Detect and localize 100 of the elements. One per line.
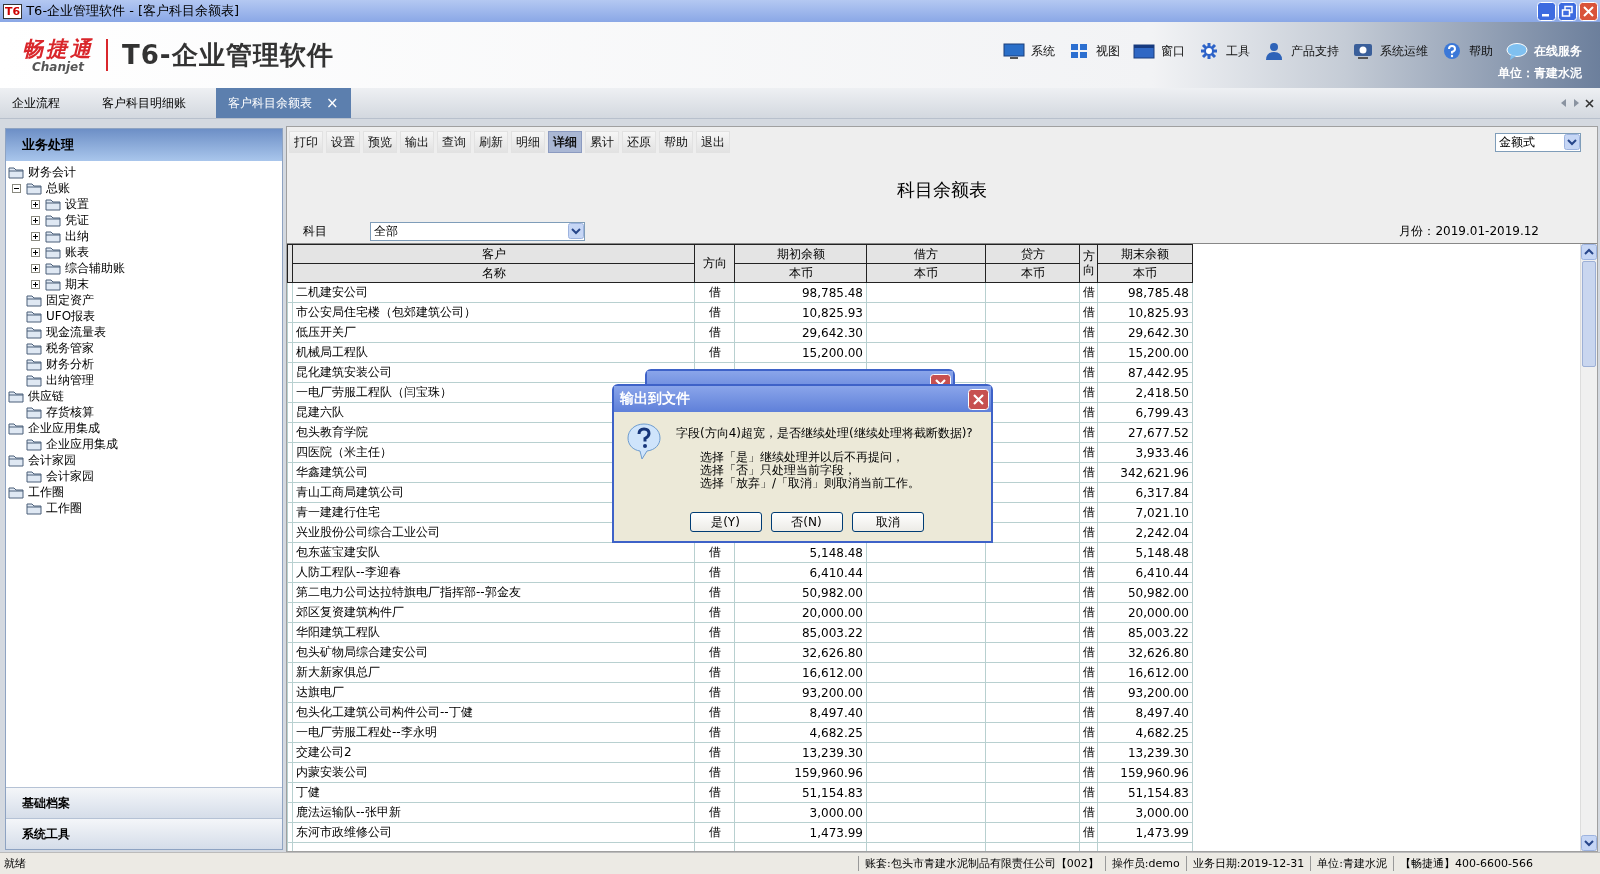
restore-icon[interactable] bbox=[1558, 1, 1577, 21]
dialog-button[interactable]: 取消 bbox=[851, 512, 924, 532]
table-cell: 借 bbox=[694, 762, 735, 783]
tree-item[interactable]: 固定资产 bbox=[6, 292, 282, 308]
expand-icon[interactable] bbox=[31, 247, 40, 257]
table-cell: 4,682.25 bbox=[1097, 722, 1193, 743]
expand-icon[interactable] bbox=[31, 279, 40, 289]
table-cell: 20,000.00 bbox=[1097, 602, 1193, 623]
table-cell: 借 bbox=[1079, 302, 1098, 323]
close-button[interactable]: × bbox=[326, 94, 339, 112]
toolbar-button[interactable]: 退出 bbox=[696, 131, 730, 153]
tree-item[interactable]: 账表 bbox=[6, 244, 282, 260]
tab[interactable]: 客户科目余额表 × bbox=[216, 88, 351, 118]
table-cell: 5,148.48 bbox=[1097, 542, 1193, 563]
table-cell: 借 bbox=[1079, 522, 1098, 543]
tree-item[interactable]: 设置 bbox=[6, 196, 282, 212]
table-cell: 7,021.10 bbox=[1097, 502, 1193, 523]
dropdown[interactable]: 金额式 bbox=[1495, 132, 1581, 152]
table-cell: 50,982.00 bbox=[734, 582, 867, 603]
tree-item[interactable]: 供应链 bbox=[6, 388, 282, 404]
table-cell: 人防工程队--李迎春 bbox=[292, 562, 695, 583]
tree-item[interactable]: 出纳管理 bbox=[6, 372, 282, 388]
tree-item[interactable]: 出纳 bbox=[6, 228, 282, 244]
table-cell: 郊区复资建筑构件厂 bbox=[292, 602, 695, 623]
table-cell: 借 bbox=[694, 622, 735, 643]
table-cell: 借 bbox=[694, 782, 735, 803]
menu-item[interactable]: 产品支持 bbox=[1263, 42, 1339, 61]
toolbar-button[interactable]: 还原 bbox=[622, 131, 656, 153]
table-cell: 29,642.30 bbox=[1097, 322, 1193, 343]
menu-item[interactable]: 视图 bbox=[1068, 42, 1120, 61]
scrollbar[interactable] bbox=[1580, 244, 1597, 851]
table-cell: 借 bbox=[1079, 362, 1098, 383]
table-cell: 93,200.00 bbox=[1097, 682, 1193, 703]
tree-item[interactable]: 工作圈 bbox=[6, 484, 282, 500]
menu-item[interactable]: 窗口 bbox=[1133, 42, 1185, 61]
tree-item[interactable]: 财务分析 bbox=[6, 356, 282, 372]
close-icon[interactable] bbox=[1585, 98, 1594, 108]
table-cell: 借 bbox=[1079, 742, 1098, 763]
table-cell: 1,473.99 bbox=[1097, 822, 1193, 843]
table-cell: 87,442.95 bbox=[1097, 362, 1193, 383]
table-cell: 一电厂劳服工程处--李永明 bbox=[292, 722, 695, 743]
toolbar-button[interactable]: 输出 bbox=[400, 131, 434, 153]
tree-item[interactable]: 财务会计 bbox=[6, 164, 282, 180]
tree-item[interactable]: 凭证 bbox=[6, 212, 282, 228]
tree-item[interactable]: 现金流量表 bbox=[6, 324, 282, 340]
toolbar-button[interactable]: 打印 bbox=[289, 131, 323, 153]
table-cell: 342,621.96 bbox=[1097, 462, 1193, 483]
expand-icon[interactable] bbox=[31, 199, 40, 209]
toolbar-button[interactable]: 预览 bbox=[363, 131, 397, 153]
menu-item[interactable]: 在线服务 bbox=[1506, 42, 1582, 61]
sidebar-section[interactable]: 系统工具 bbox=[6, 818, 282, 849]
tree-item[interactable]: 综合辅助账 bbox=[6, 260, 282, 276]
dropdown[interactable]: 全部 bbox=[370, 221, 585, 241]
scroll-down-icon[interactable] bbox=[1581, 835, 1597, 851]
dialog-button[interactable]: 否(N) bbox=[770, 512, 843, 532]
tree-item[interactable]: 总账 bbox=[6, 180, 282, 196]
sidebar-section[interactable]: 基础档案 bbox=[6, 787, 282, 818]
table-cell: 借 bbox=[1079, 702, 1098, 723]
tree-item[interactable]: UFO报表 bbox=[6, 308, 282, 324]
collapse-icon[interactable] bbox=[12, 183, 21, 193]
dialog-button[interactable]: 是(Y) bbox=[689, 512, 762, 532]
period-label: 月份：2019.01-2019.12 bbox=[1399, 222, 1539, 240]
scroll-up-icon[interactable] bbox=[1581, 244, 1597, 260]
tree-item[interactable]: 税务管家 bbox=[6, 340, 282, 356]
toolbar-button[interactable]: 刷新 bbox=[474, 131, 508, 153]
table-cell: 新大新家俱总厂 bbox=[292, 662, 695, 683]
tab[interactable]: 客户科目明细账 bbox=[90, 88, 198, 118]
tree-item[interactable]: 会计家园 bbox=[6, 452, 282, 468]
table-cell: 6,317.84 bbox=[1097, 482, 1193, 503]
tree-item[interactable]: 期末 bbox=[6, 276, 282, 292]
toolbar-button[interactable]: 帮助 bbox=[659, 131, 693, 153]
table-cell: 27,677.52 bbox=[1097, 422, 1193, 443]
tree-item[interactable]: 工作圈 bbox=[6, 500, 282, 516]
expand-icon[interactable] bbox=[31, 231, 40, 241]
table-cell: 第二电力公司达拉特旗电厂指挥部--郭金友 bbox=[292, 582, 695, 603]
folder-icon bbox=[26, 309, 42, 323]
folder-icon bbox=[45, 229, 61, 243]
menu-item[interactable]: 系统 bbox=[1003, 42, 1055, 61]
toolbar-button[interactable]: 明细 bbox=[511, 131, 545, 153]
tab[interactable]: 企业流程 bbox=[0, 88, 72, 118]
expand-icon[interactable] bbox=[31, 215, 40, 225]
table-cell: 借 bbox=[1079, 422, 1098, 443]
minimize-icon[interactable] bbox=[1537, 1, 1556, 21]
expand-icon[interactable] bbox=[31, 263, 40, 273]
toolbar-button[interactable]: 设置 bbox=[326, 131, 360, 153]
scrollbar-thumb[interactable] bbox=[1582, 261, 1596, 367]
toolbar-button[interactable]: 累计 bbox=[585, 131, 619, 153]
status-text: 操作员:demo bbox=[1111, 856, 1180, 871]
tree-item[interactable]: 企业应用集成 bbox=[6, 420, 282, 436]
table-cell: 32,626.80 bbox=[734, 642, 867, 663]
tree-item[interactable]: 会计家园 bbox=[6, 468, 282, 484]
table-cell: 借 bbox=[1079, 402, 1098, 423]
menu-item[interactable]: 工具 bbox=[1198, 42, 1250, 61]
toolbar-button[interactable]: 查询 bbox=[437, 131, 471, 153]
tree-item[interactable]: 企业应用集成 bbox=[6, 436, 282, 452]
table-cell: 50,982.00 bbox=[1097, 582, 1193, 603]
tree-item[interactable]: 存货核算 bbox=[6, 404, 282, 420]
menu-item[interactable]: 系统运维 bbox=[1352, 42, 1428, 61]
toolbar-button[interactable]: 详细 bbox=[548, 131, 582, 153]
menu-item[interactable]: 帮助 bbox=[1441, 42, 1493, 61]
